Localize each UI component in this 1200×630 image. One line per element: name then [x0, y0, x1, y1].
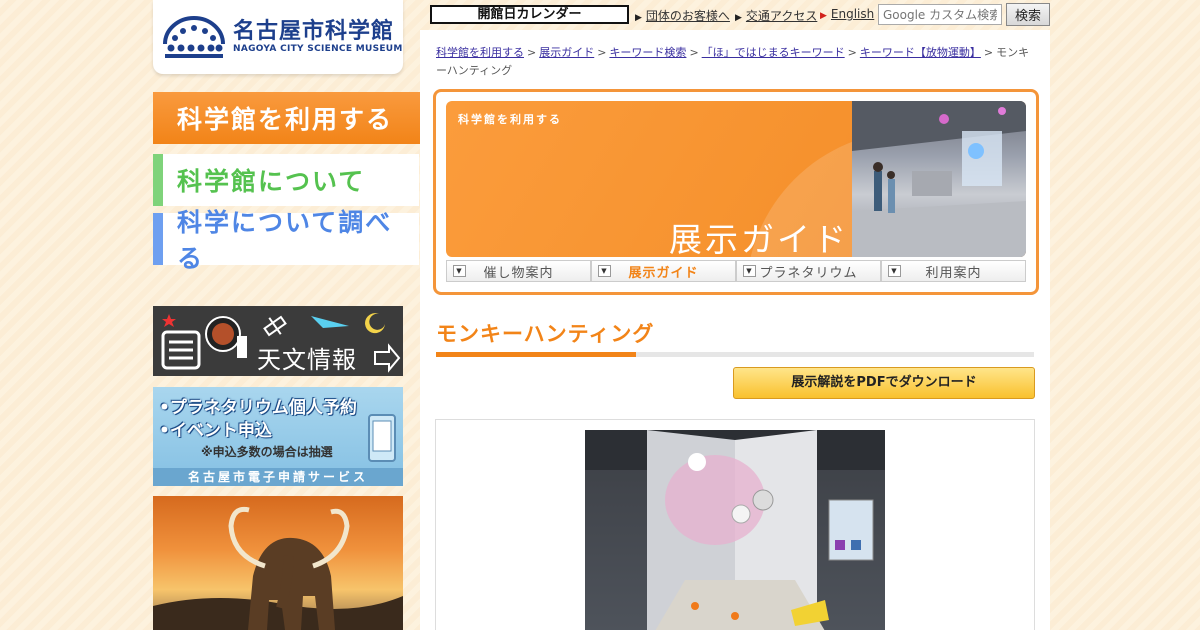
access-link[interactable]: ▶ 交通アクセス [735, 7, 817, 24]
exhibit-hall-photo [852, 101, 1026, 257]
link-label: 団体のお客様へ [645, 9, 730, 23]
section-subtabs: ▼ 催し物案内 ▼ 展示ガイド ▼ プラネタリウム ▼ 利用案内 [446, 260, 1026, 282]
nav-label: 科学について調べる [177, 208, 393, 273]
tab-label: プラネタリウム [759, 265, 858, 281]
link-label: 交通アクセス [745, 9, 818, 23]
chevron-down-icon: ▼ [453, 265, 466, 277]
arrow-right-icon: ▶ [635, 13, 642, 23]
breadcrumb-separator: > [689, 46, 699, 59]
breadcrumb-item[interactable]: キーワード検索 [609, 46, 686, 59]
tab-label: 展示ガイド [628, 265, 699, 281]
nav-label: 科学館を利用する [177, 105, 394, 134]
link-label: English [830, 7, 875, 21]
exhibit-photo [585, 430, 885, 630]
mammoth-banner[interactable] [153, 496, 403, 630]
section-hero-box: 科学館を利用する 展示ガイド ▼ 催し物案内 ▼ 展示ガイド ▼ プラネタリウム… [433, 89, 1039, 295]
nav-use-museum[interactable]: 科学館を利用する [153, 92, 427, 144]
tab-planetarium[interactable]: ▼ プラネタリウム [736, 260, 881, 282]
reservation-line-planetarium: •プラネタリウム個人予約 [159, 398, 357, 418]
smartphone-icon [368, 414, 396, 462]
group-visitors-link[interactable]: ▶ 団体のお客様へ [635, 7, 730, 24]
breadcrumb-separator: > [983, 46, 994, 59]
astronomy-label: 天文情報 [257, 346, 357, 374]
astronomy-info-banner[interactable]: 天文情報 [153, 306, 403, 376]
breadcrumb-item[interactable]: 「ほ」ではじまるキーワード [702, 46, 845, 59]
title-underline-accent [436, 352, 636, 357]
page-wrapper: 名古屋市科学館 NAGOYA CITY SCIENCE MUSEUM 科学館を利… [153, 0, 1050, 630]
breadcrumb-item[interactable]: 展示ガイド [539, 46, 594, 59]
logo-english: NAGOYA CITY SCIENCE MUSEUM [233, 44, 403, 54]
page-title: モンキーハンティング [436, 322, 655, 346]
exhibit-photo-frame [435, 419, 1035, 630]
logo-text: 名古屋市科学館 NAGOYA CITY SCIENCE MUSEUM [233, 19, 403, 55]
nav-about-museum[interactable]: 科学館について [153, 154, 419, 206]
arrow-right-icon: ▶ [735, 13, 742, 23]
chevron-down-icon: ▼ [888, 265, 901, 277]
logo-dome-icon [161, 14, 227, 60]
section-hero: 科学館を利用する 展示ガイド [446, 101, 1026, 257]
logo-japanese: 名古屋市科学館 [233, 19, 395, 44]
site-logo[interactable]: 名古屋市科学館 NAGOYA CITY SCIENCE MUSEUM [153, 0, 403, 74]
chevron-down-icon: ▼ [743, 265, 756, 277]
search-button[interactable]: 検索 [1006, 3, 1050, 26]
pdf-download-button[interactable]: 展示解説をPDFでダウンロード [733, 367, 1035, 399]
reservation-note: ※申込多数の場合は抽選 [201, 445, 333, 459]
mammoth-illustration [153, 506, 403, 630]
nav-research-science[interactable]: 科学について調べる [153, 208, 419, 273]
nav-label: 科学館について [177, 167, 366, 196]
hero-title: 展示ガイド [669, 220, 849, 257]
tab-events[interactable]: ▼ 催し物案内 [446, 260, 591, 282]
search-input[interactable] [878, 4, 1002, 25]
breadcrumb-separator: > [527, 46, 537, 59]
tab-label: 利用案内 [925, 265, 982, 281]
tab-guide[interactable]: ▼ 利用案内 [881, 260, 1026, 282]
chevron-down-icon: ▼ [598, 265, 611, 277]
tab-exhibit-guide[interactable]: ▼ 展示ガイド [591, 260, 736, 282]
main-content: 科学館を利用する > 展示ガイド > キーワード検索 > 「ほ」ではじまるキーワード > キーワ… [420, 30, 1050, 630]
breadcrumb: 科学館を利用する > 展示ガイド > キーワード検索 > 「ほ」ではじまるキーワード > キーワ… [436, 44, 1040, 80]
reservation-line-event: •イベント申込 [159, 421, 272, 441]
title-underline [436, 352, 1034, 357]
calendar-link[interactable]: 開館日カレンダー [430, 5, 629, 24]
breadcrumb-separator: > [597, 46, 607, 59]
hero-section-label: 科学館を利用する [458, 113, 562, 126]
reservation-banner[interactable]: •プラネタリウム個人予約 •イベント申込 ※申込多数の場合は抽選 名古屋市電子申… [153, 387, 403, 486]
tab-label: 催し物案内 [483, 265, 554, 281]
breadcrumb-item[interactable]: キーワード【放物運動】 [860, 46, 981, 59]
arrow-right-icon: ▶ [820, 11, 827, 21]
breadcrumb-item[interactable]: 科学館を利用する [436, 46, 524, 59]
breadcrumb-separator: > [847, 46, 857, 59]
english-link[interactable]: ▶ English [820, 7, 874, 21]
reservation-service-label: 名古屋市電子申請サービス [153, 468, 403, 486]
